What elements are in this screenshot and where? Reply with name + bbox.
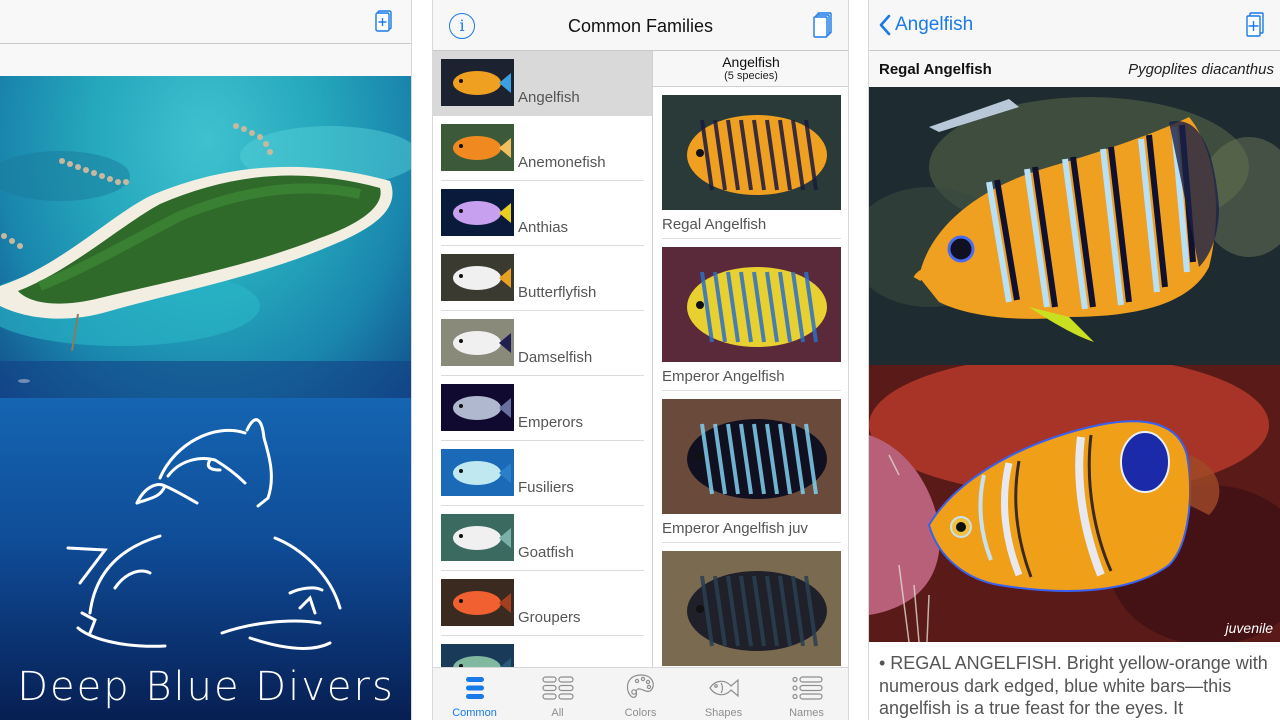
nav-bar: Angelfish <box>869 0 1280 51</box>
species-count: (5 species) <box>724 70 778 82</box>
common-families-screen: i Common Families Angelfish Anemonefish An… <box>432 0 849 720</box>
family-row[interactable]: Anemonefish <box>433 116 652 181</box>
species-photo <box>662 247 841 362</box>
scientific-name: Pygoplites diacanthus <box>1128 61 1274 78</box>
family-row[interactable]: Anthias <box>433 181 652 246</box>
family-row[interactable]: Emperors <box>433 376 652 441</box>
family-label: Damselfish <box>518 349 593 366</box>
family-label: Groupers <box>518 609 581 626</box>
species-card[interactable]: Regal Angelfish <box>653 87 848 239</box>
juvenile-fish-photo[interactable]: juvenile <box>869 365 1280 642</box>
family-thumbnail <box>441 254 514 301</box>
nav-bar: i Common Families <box>433 0 848 51</box>
tab-label: Common <box>452 707 497 719</box>
family-row[interactable]: Butterflyfish <box>433 246 652 311</box>
title-row: Regal Angelfish Pygoplites diacanthus <box>869 51 1280 87</box>
family-thumbnail <box>441 124 514 171</box>
tab-label: Shapes <box>704 707 743 719</box>
books-icon[interactable] <box>812 12 834 43</box>
aerial-island-photo <box>0 76 411 398</box>
family-thumbnail <box>441 579 514 626</box>
tab-names[interactable]: Names <box>765 668 848 720</box>
tab-label: Colors <box>624 707 657 719</box>
book-add-icon[interactable] <box>374 10 394 39</box>
family-thumbnail <box>441 59 514 106</box>
family-row[interactable]: Goatfish <box>433 506 652 571</box>
common-list-icon <box>466 677 484 699</box>
tab-all[interactable]: All <box>516 668 599 720</box>
splash-screen: Deep Blue Divers <box>0 0 412 720</box>
back-button[interactable]: Angelfish <box>879 14 973 36</box>
species-description: • REGAL ANGELFISH. Bright yellow-orange … <box>879 653 1268 718</box>
species-card[interactable]: Emperor Angelfish <box>653 239 848 391</box>
species-card[interactable]: Emperor Angelfish juv <box>653 391 848 543</box>
family-thumbnail <box>441 449 514 496</box>
species-photo <box>662 399 841 514</box>
page-title: Common Families <box>567 16 714 36</box>
brand-name: Deep Blue Divers <box>17 664 395 710</box>
family-label: Angelfish <box>518 89 580 106</box>
tab-shapes[interactable]: Shapes <box>682 668 765 720</box>
family-row[interactable]: Jacks & <box>433 636 652 667</box>
family-label: Anthias <box>518 219 569 236</box>
spacer-strip <box>0 45 411 76</box>
species-list: Regal Angelfish Emperor Angelfish Emperor … <box>653 87 848 667</box>
family-row[interactable]: Groupers <box>433 571 652 636</box>
tab-common[interactable]: Common <box>433 668 516 720</box>
family-thumbnail <box>441 319 514 366</box>
family-thumbnail <box>441 514 514 561</box>
species-header: Angelfish (5 species) <box>653 51 848 87</box>
family-list[interactable]: Angelfish Anemonefish Anthias Butterflyfish… <box>433 51 653 667</box>
common-name: Regal Angelfish <box>879 61 992 78</box>
photo-caption: juvenile <box>1225 620 1273 636</box>
family-label: Goatfish <box>518 544 574 561</box>
tab-colors[interactable]: Colors <box>599 668 682 720</box>
family-label: Butterflyfish <box>518 284 597 301</box>
back-label: Angelfish <box>895 14 974 35</box>
tab-label: All <box>551 707 564 719</box>
species-name: Emperor Angelfish juv <box>662 520 808 537</box>
family-row[interactable]: Damselfish <box>433 311 652 376</box>
species-photo <box>662 551 841 666</box>
fish-shape-icon <box>709 678 739 698</box>
family-label: Emperors <box>518 414 584 431</box>
all-list-icon <box>542 676 574 700</box>
tab-bar: Common All Colors Shapes Names <box>433 667 848 720</box>
adult-fish-photo[interactable] <box>869 87 1280 365</box>
family-row[interactable]: Fusiliers <box>433 441 652 506</box>
chevron-left-icon <box>879 14 891 36</box>
book-add-icon[interactable] <box>1244 12 1266 43</box>
species-detail-screen: Angelfish Regal Angelfish Pygoplites dia… <box>868 0 1280 720</box>
species-column[interactable]: Angelfish (5 species) Regal Angelfish Emp… <box>653 51 848 667</box>
nav-bar <box>0 0 411 44</box>
dolphin-shark-fish-logo <box>66 418 342 650</box>
tab-label: Names <box>789 707 824 719</box>
names-list-icon <box>792 676 823 700</box>
family-thumbnail <box>441 189 514 236</box>
family-title: Angelfish <box>722 54 780 70</box>
family-label: Fusiliers <box>518 479 574 496</box>
species-name: Regal Angelfish <box>662 216 767 233</box>
species-name: Emperor Angelfish <box>662 368 785 385</box>
family-thumbnail <box>441 644 514 667</box>
family-thumbnail <box>441 384 514 431</box>
species-card[interactable] <box>653 543 848 667</box>
species-photo <box>662 95 841 210</box>
family-row[interactable]: Angelfish <box>433 51 652 116</box>
family-label: Anemonefish <box>518 154 606 171</box>
palette-icon <box>626 674 654 698</box>
